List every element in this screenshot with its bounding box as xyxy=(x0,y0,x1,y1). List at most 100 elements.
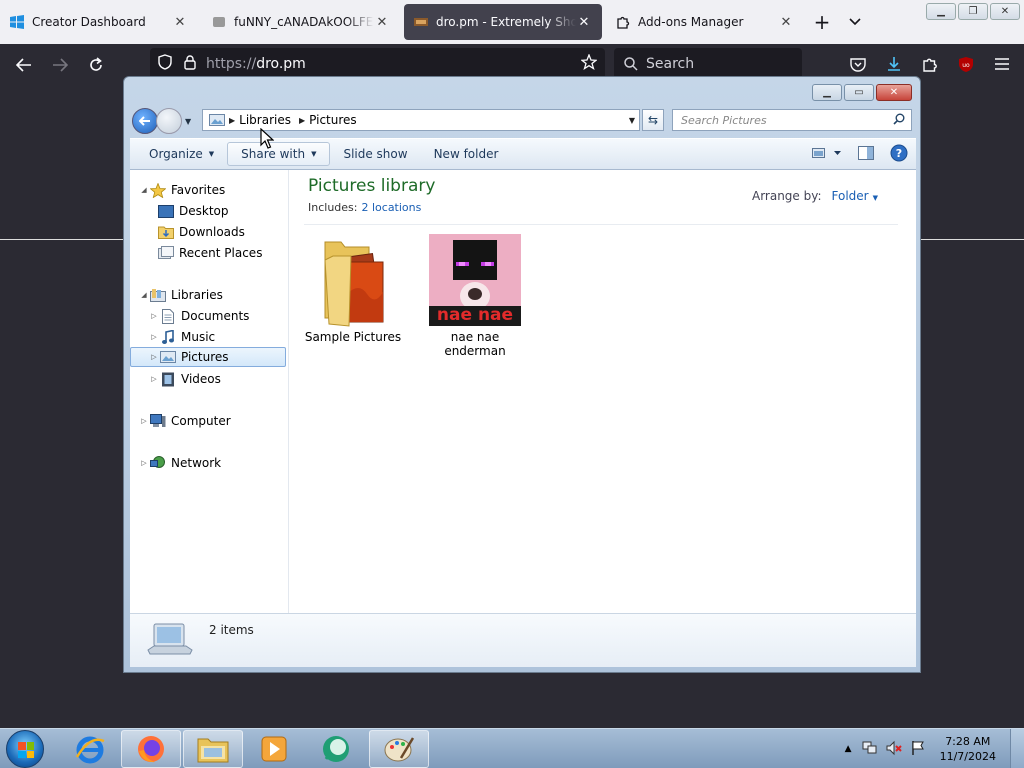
file-item-sample-pictures[interactable]: Sample Pictures xyxy=(298,234,408,344)
taskbar-windows-explorer[interactable] xyxy=(183,730,243,768)
forward-arrow-icon[interactable] xyxy=(42,49,78,81)
recent-places-icon xyxy=(158,246,174,260)
nav-documents[interactable]: ▷ Documents xyxy=(148,306,249,326)
collapse-arrow-icon[interactable]: ◢ xyxy=(138,186,150,194)
music-note-icon xyxy=(160,329,176,344)
tab-funny-canada[interactable]: fuNNY_cANADAkOOLFEVER ✕ xyxy=(202,4,400,40)
breadcrumb-arrow-icon[interactable]: ▶ xyxy=(299,116,305,125)
new-folder-button[interactable]: New folder xyxy=(421,143,512,165)
network-status-icon[interactable] xyxy=(862,740,878,759)
new-tab-button[interactable]: + xyxy=(804,4,840,40)
show-desktop-button[interactable] xyxy=(1010,729,1024,768)
tab-dro-pm[interactable]: dro.pm - Extremely Short Links ✕ xyxy=(404,4,602,40)
taskbar-app-green[interactable] xyxy=(306,730,366,768)
explorer-minimize-button[interactable]: ▁ xyxy=(812,84,842,101)
show-hidden-icons-chevron-icon[interactable]: ▲ xyxy=(845,744,852,754)
taskbar-internet-explorer[interactable] xyxy=(60,730,120,768)
tab-addons-manager[interactable]: Add-ons Manager ✕ xyxy=(606,4,804,40)
explorer-close-button[interactable]: ✕ xyxy=(876,84,912,101)
nav-desktop[interactable]: Desktop xyxy=(158,201,229,221)
file-item-label: Sample Pictures xyxy=(304,330,402,344)
url-text: https://dro.pm xyxy=(206,56,306,72)
collapse-arrow-icon[interactable]: ◢ xyxy=(138,291,150,299)
dropdown-arrow-icon[interactable]: ▼ xyxy=(873,194,878,202)
explorer-search-input[interactable]: Search Pictures xyxy=(672,109,912,131)
image-caption-text: nae nae xyxy=(436,305,514,325)
expand-arrow-icon[interactable]: ▷ xyxy=(138,417,150,425)
nav-videos[interactable]: ▷ Videos xyxy=(148,369,221,389)
nav-libraries[interactable]: ◢ Libraries xyxy=(138,285,223,305)
start-button[interactable] xyxy=(6,730,44,768)
windows-taskbar: ▲ 7:28 AM 11/7/2024 xyxy=(0,728,1024,768)
tab-title: Creator Dashboard xyxy=(32,15,146,29)
extensions-puzzle-icon[interactable] xyxy=(912,48,948,80)
expand-arrow-icon[interactable]: ▷ xyxy=(148,312,160,320)
search-icon xyxy=(624,57,638,71)
expand-arrow-icon[interactable]: ▷ xyxy=(148,333,160,341)
nav-computer[interactable]: ▷ Computer xyxy=(138,411,231,431)
preview-pane-icon[interactable] xyxy=(858,145,874,163)
explorer-forward-button[interactable] xyxy=(156,108,182,134)
file-item-nae-nae-enderman[interactable]: nae nae nae nae enderman xyxy=(420,234,530,358)
explorer-window: ▁ ▭ ✕ ▼ ▶ Libraries ▶ Pictures ▼ ⇆ Searc… xyxy=(123,76,921,673)
taskbar-firefox[interactable] xyxy=(121,730,181,768)
nav-music[interactable]: ▷ Music xyxy=(148,327,215,347)
close-tab-icon[interactable]: ✕ xyxy=(374,15,390,30)
expand-arrow-icon[interactable]: ▷ xyxy=(148,353,160,361)
explorer-address-row: ▼ ▶ Libraries ▶ Pictures ▼ ⇆ Search Pict… xyxy=(132,107,914,135)
firefox-icon xyxy=(138,736,164,763)
arrange-by-dropdown[interactable]: Folder xyxy=(832,189,869,203)
explorer-maximize-button[interactable]: ▭ xyxy=(844,84,874,101)
taskbar-media-player[interactable] xyxy=(244,730,304,768)
explorer-command-bar: Organize ▼ Share with ▼ Slide show New fol… xyxy=(130,138,916,170)
svg-text:uo: uo xyxy=(962,62,970,69)
pictures-library-icon xyxy=(209,114,225,126)
close-tab-icon[interactable]: ✕ xyxy=(576,15,592,30)
slide-show-button[interactable]: Slide show xyxy=(330,143,420,165)
hamburger-menu-icon[interactable] xyxy=(984,48,1020,80)
system-clock[interactable]: 7:28 AM 11/7/2024 xyxy=(940,734,996,764)
organize-button[interactable]: Organize ▼ xyxy=(136,143,227,165)
share-with-button[interactable]: Share with ▼ xyxy=(227,142,331,166)
breadcrumb-pictures[interactable]: Pictures xyxy=(309,113,357,127)
explorer-back-button[interactable] xyxy=(132,108,158,134)
image-thumbnail: nae nae xyxy=(429,234,521,326)
minimize-button[interactable]: ▁ xyxy=(926,3,956,20)
expand-arrow-icon[interactable]: ▷ xyxy=(138,459,150,467)
nav-network[interactable]: ▷ Network xyxy=(138,453,221,473)
expand-arrow-icon[interactable]: ▷ xyxy=(148,375,160,383)
breadcrumb-libraries[interactable]: Libraries xyxy=(239,113,291,127)
close-tab-icon[interactable]: ✕ xyxy=(172,15,188,30)
bookmark-star-icon[interactable] xyxy=(580,53,598,74)
close-window-button[interactable]: ✕ xyxy=(990,3,1020,20)
nav-favorites[interactable]: ◢ Favorites xyxy=(138,180,225,200)
restore-button[interactable]: ❐ xyxy=(958,3,988,20)
search-icon[interactable] xyxy=(893,113,905,128)
nav-downloads[interactable]: Downloads xyxy=(158,222,245,242)
action-center-flag-icon[interactable] xyxy=(910,740,926,759)
back-arrow-icon[interactable] xyxy=(6,49,42,81)
search-placeholder: Search xyxy=(646,56,695,72)
dropdown-arrow-icon: ▼ xyxy=(311,150,317,158)
library-locations-link[interactable]: 2 locations xyxy=(361,201,421,214)
tab-creator-dashboard[interactable]: Creator Dashboard ✕ xyxy=(0,4,198,40)
reload-icon[interactable] xyxy=(78,49,114,81)
tab-title: fuNNY_cANADAkOOLFEVER xyxy=(234,15,374,29)
change-view-icon[interactable] xyxy=(812,147,842,162)
refresh-icon[interactable]: ⇆ xyxy=(642,109,664,131)
nav-recent-places[interactable]: Recent Places xyxy=(158,243,262,263)
ublock-origin-icon[interactable]: uo xyxy=(948,48,984,80)
close-tab-icon[interactable]: ✕ xyxy=(778,15,794,30)
recent-pages-dropdown-icon[interactable]: ▼ xyxy=(185,117,191,126)
taskbar-paint[interactable] xyxy=(369,730,429,768)
address-history-dropdown-icon[interactable]: ▼ xyxy=(629,116,635,125)
browser-window-controls: ▁ ❐ ✕ xyxy=(926,3,1020,20)
nav-pictures[interactable]: ▷ Pictures xyxy=(130,347,286,367)
list-all-tabs-chevron-icon[interactable] xyxy=(840,4,870,40)
breadcrumb-arrow-icon[interactable]: ▶ xyxy=(229,116,235,125)
volume-muted-icon[interactable] xyxy=(886,740,902,759)
tracking-shield-icon[interactable] xyxy=(158,54,172,74)
explorer-body: ◢ Favorites Desktop Downloads Recent Pla… xyxy=(130,170,916,613)
help-icon[interactable]: ? xyxy=(890,144,908,165)
padlock-icon[interactable] xyxy=(184,54,196,74)
